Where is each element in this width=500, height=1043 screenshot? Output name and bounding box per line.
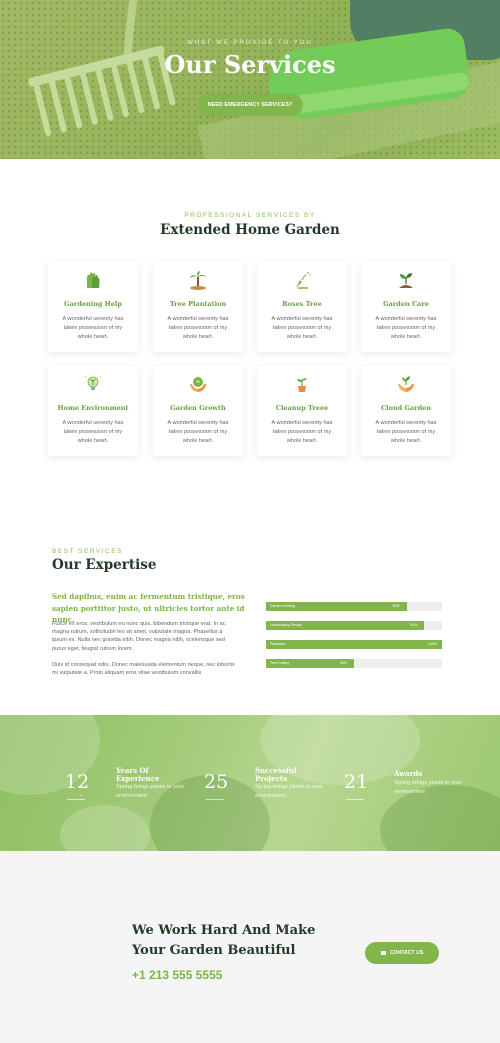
skill-progress-bar: Plantation 100% [266,640,442,649]
service-card[interactable]: Tree Plantation A wonderful serenity has… [153,262,243,352]
stat-desc: Spring brings plants to your environment [255,784,324,799]
stats-section: 12 + Years Of Experience Spring brings p… [0,715,500,851]
expertise-eyebrow: BEST SERVICES [52,548,123,555]
service-title: Roses Tree [282,300,322,308]
contact-us-label: CONTACT US [389,950,424,956]
stat-suffix: + [80,793,83,798]
skill-progress-bar: Tree Cutting 50% [266,659,442,668]
hands-sprout-icon [398,376,414,392]
skill-percent: 100% [428,642,437,646]
skill-progress-fill: Garden Mowing 80% [266,602,407,611]
eco-bulb-icon [84,374,102,390]
service-card[interactable]: Home Environment A wonderful serenity ha… [48,366,138,456]
skill-progress-bar: Landscaping Design 90% [266,621,442,630]
skill-progress-fill: Tree Cutting 50% [266,659,354,668]
service-desc: A wonderful serenity has taken possessio… [62,316,124,340]
hero-section: WHAT WE PROVIDE TO YOU Our Services NEED… [0,0,500,159]
stat-desc: Spring brings plants to your environment [394,780,463,795]
skill-label: Garden Mowing [270,604,295,608]
service-title: Gardening Help [64,300,122,308]
service-desc: A wonderful serenity has taken possessio… [375,420,437,444]
service-desc: A wonderful serenity has taken possessio… [62,420,124,444]
service-title: Tree Plantation [169,300,227,308]
expertise-title: Our Expertise [52,557,157,573]
service-title: Home Environment [57,404,129,412]
potted-plant-icon [297,378,307,392]
contact-us-button[interactable]: CONTACT US [365,942,439,964]
service-desc: A wonderful serenity has taken possessio… [271,420,333,444]
service-card[interactable]: Garden Care A wonderful serenity has tak… [361,262,451,352]
hands-globe-icon [190,377,206,392]
palm-tree-icon [190,271,206,290]
cta-title: We Work Hard And Make Your Garden Beauti… [132,923,316,958]
expertise-paragraph: Fusce ex eros, vestibulum eu nunc quis, … [52,621,226,652]
skill-percent: 80% [392,604,400,608]
stat-number: 21 [344,771,369,793]
services-title: Extended Home Garden [160,222,340,238]
service-title: Garden Care [383,300,429,308]
stat-title: Awards [394,769,423,778]
service-title: Cleanup Treee [275,404,329,412]
service-desc: A wonderful serenity has taken possessio… [271,316,333,340]
stat-number: 25 [204,771,229,793]
watering-sprout-icon [296,272,311,289]
skill-label: Landscaping Design [270,623,302,627]
page-title: Our Services [164,50,336,79]
service-card[interactable]: Cleanup Treee A wonderful serenity has t… [257,366,347,456]
service-title: Cloud Garden [380,404,432,412]
skill-label: Plantation [270,642,286,646]
service-card[interactable]: Cloud Garden A wonderful serenity has ta… [361,366,451,456]
stat-title: Successful Projects [255,766,297,783]
services-eyebrow: PROFESSIONAL SERVICES BY [184,212,316,219]
skill-progress-bar: Garden Mowing 80% [266,602,442,611]
hero-subtitle: WHAT WE PROVIDE TO YOU [187,40,313,46]
service-title: Garden Growth [170,404,226,412]
seedling-soil-icon [399,273,413,288]
expertise-paragraph: Duis id consequat odio. Donec malesuada … [52,662,235,677]
skill-label: Tree Cutting [270,661,290,665]
stat-number: 12 [65,771,90,793]
service-desc: A wonderful serenity has taken possessio… [375,316,437,340]
stat-title: Years Of Experience [116,766,160,783]
mail-icon [380,950,386,955]
service-desc: A wonderful serenity has taken possessio… [167,316,229,340]
service-card[interactable]: Gardening Help A wonderful serenity has … [48,262,138,352]
emergency-services-button[interactable]: NEED EMERGENCY SERVICES? [197,94,303,116]
stat-desc: Spring brings plants to your environment [116,784,185,799]
gardening-gloves-icon [87,272,100,288]
skill-percent: 90% [410,623,418,627]
service-desc: A wonderful serenity has taken possessio… [167,420,229,444]
skill-progress-fill: Landscaping Design 90% [266,621,425,630]
service-card[interactable]: Garden Growth A wonderful serenity has t… [153,366,243,456]
skill-progress-fill: Plantation 100% [266,640,442,649]
cta-phone[interactable]: +1 213 555 5555 [132,968,222,982]
skill-percent: 50% [340,661,348,665]
service-card[interactable]: Roses Tree A wonderful serenity has take… [257,262,347,352]
